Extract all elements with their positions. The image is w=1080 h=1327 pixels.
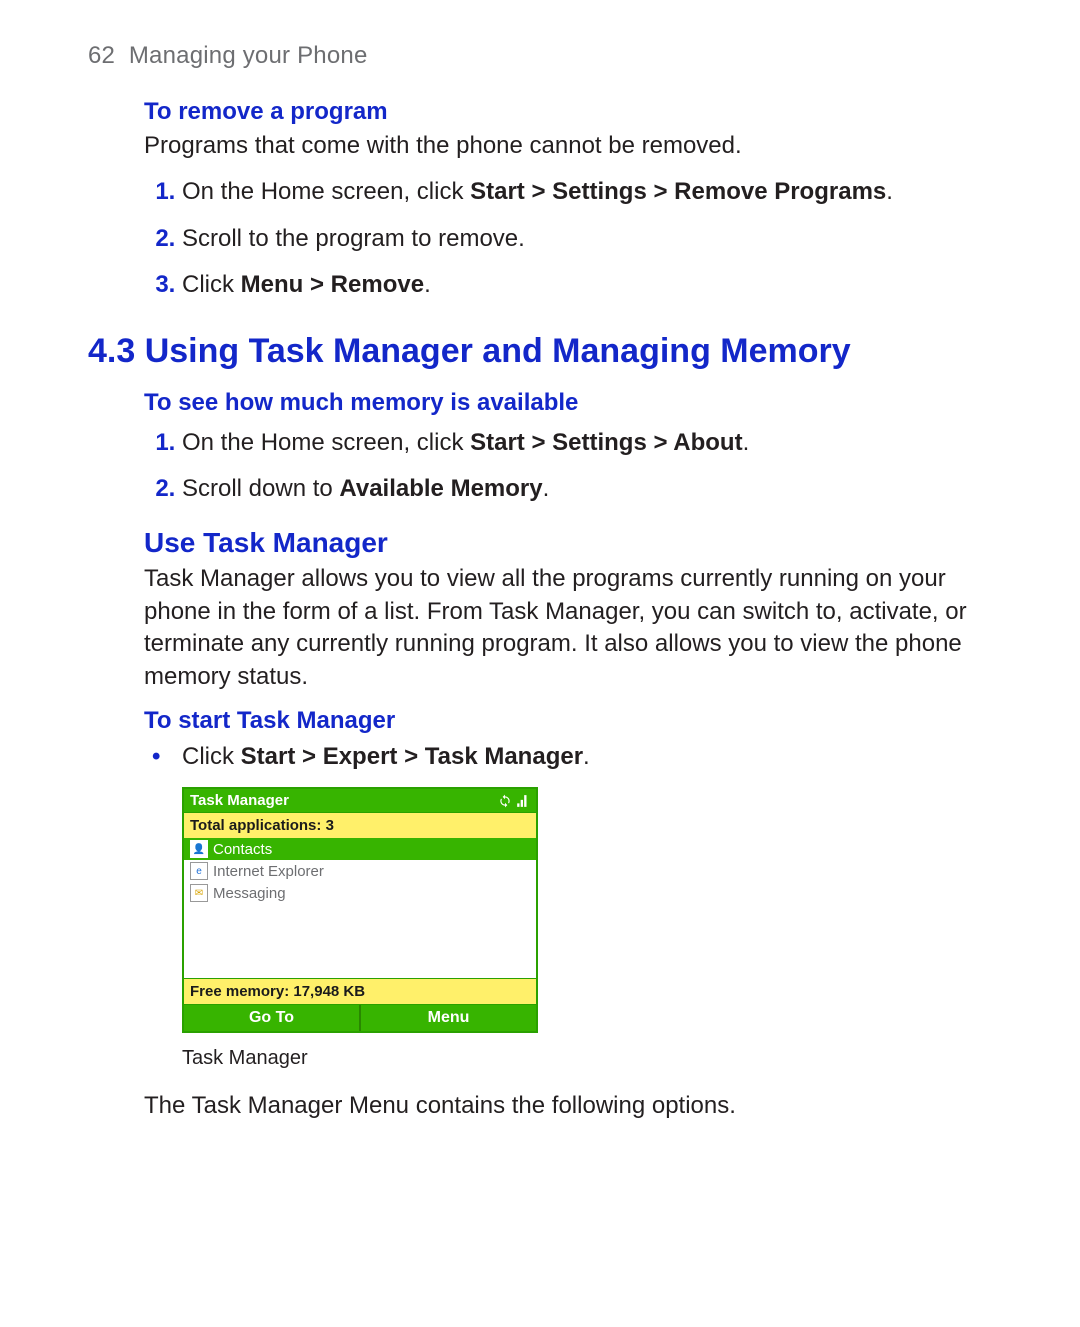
step-bold: Available Memory	[339, 475, 542, 502]
step-post: .	[424, 271, 431, 298]
step-post: .	[543, 475, 550, 502]
heading-start-task-manager: To start Task Manager	[144, 707, 992, 735]
step-post: .	[886, 178, 893, 205]
task-manager-screenshot: Task Manager Total applications: 3 👤 Con…	[182, 787, 538, 1033]
app-row: e Internet Explorer	[184, 860, 536, 882]
running-header: 62 Managing your Phone	[88, 42, 992, 70]
screenshot-titlebar: Task Manager	[184, 789, 536, 812]
app-name: Internet Explorer	[213, 863, 324, 880]
screenshot-app-list: 👤 Contacts e Internet Explorer ✉ Messagi…	[184, 838, 536, 978]
step-text: On the Home screen, click	[182, 178, 470, 205]
outro-text: The Task Manager Menu contains the follo…	[144, 1090, 992, 1122]
chapter-title: Managing your Phone	[129, 42, 368, 69]
heading-see-memory: To see how much memory is available	[144, 389, 992, 417]
bullet-text: Click	[182, 743, 241, 770]
bullet-post: .	[583, 743, 590, 770]
sync-icon	[498, 794, 512, 808]
remove-program-steps: On the Home screen, click Start > Settin…	[144, 176, 992, 301]
step-text: Scroll to the program to remove.	[182, 225, 525, 252]
step-bold: Menu > Remove	[241, 271, 424, 298]
softkey-right: Menu	[361, 1005, 536, 1031]
app-name: Messaging	[213, 885, 286, 902]
screenshot-softkeys: Go To Menu	[184, 1004, 536, 1031]
screenshot-free-memory: Free memory: 17,948 KB	[184, 978, 536, 1004]
ie-icon: e	[190, 862, 208, 880]
step-post: .	[743, 429, 750, 456]
softkey-left: Go To	[184, 1005, 359, 1031]
step-item: On the Home screen, click Start > Settin…	[182, 176, 992, 208]
step-bold: Start > Settings > About	[470, 429, 742, 456]
step-text: On the Home screen, click	[182, 429, 470, 456]
step-item: On the Home screen, click Start > Settin…	[182, 427, 992, 459]
app-row-selected: 👤 Contacts	[184, 838, 536, 860]
task-manager-description: Task Manager allows you to view all the …	[144, 563, 992, 693]
bullet-bold: Start > Expert > Task Manager	[241, 743, 583, 770]
heading-remove-program: To remove a program	[144, 98, 992, 126]
bullet-item: Click Start > Expert > Task Manager.	[182, 741, 992, 773]
page-number: 62	[88, 42, 115, 69]
step-item: Scroll to the program to remove.	[182, 223, 992, 255]
screenshot-caption: Task Manager	[182, 1047, 992, 1070]
remove-program-intro: Programs that come with the phone cannot…	[144, 130, 992, 162]
step-text: Scroll down to	[182, 475, 339, 502]
step-bold: Start > Settings > Remove Programs	[470, 178, 886, 205]
status-icons	[498, 794, 530, 808]
heading-use-task-manager: Use Task Manager	[144, 527, 992, 559]
step-item: Click Menu > Remove.	[182, 269, 992, 301]
heading-section-4-3: 4.3 Using Task Manager and Managing Memo…	[88, 332, 992, 371]
contacts-icon: 👤	[190, 840, 208, 858]
messaging-icon: ✉	[190, 884, 208, 902]
start-task-manager-bullets: Click Start > Expert > Task Manager.	[144, 741, 992, 773]
screenshot-title: Task Manager	[190, 792, 289, 809]
screenshot-total-apps: Total applications: 3	[184, 812, 536, 838]
memory-steps: On the Home screen, click Start > Settin…	[144, 427, 992, 506]
app-name: Contacts	[213, 841, 272, 858]
app-row: ✉ Messaging	[184, 882, 536, 904]
step-text: Click	[182, 271, 241, 298]
step-item: Scroll down to Available Memory.	[182, 473, 992, 505]
signal-icon	[516, 794, 530, 808]
document-page: 62 Managing your Phone To remove a progr…	[0, 0, 1080, 1327]
